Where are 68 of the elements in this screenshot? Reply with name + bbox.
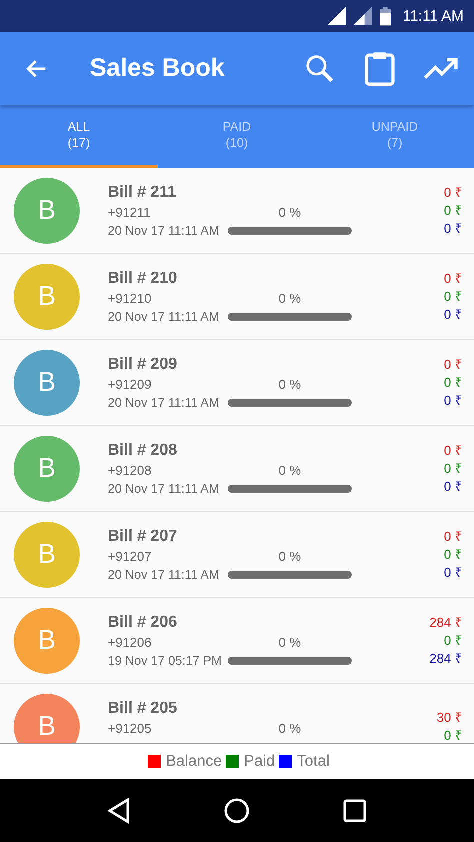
battery-icon <box>380 6 391 26</box>
bill-title: Bill # 208 <box>108 442 178 460</box>
bill-date: 20 Nov 17 11:11 AM <box>108 482 220 496</box>
trend-chart-button[interactable] <box>424 56 460 82</box>
percent-label: 0 % <box>278 635 302 650</box>
search-button[interactable] <box>304 52 336 84</box>
legend-label: Paid <box>244 752 276 770</box>
bill-title: Bill # 206 <box>108 614 178 632</box>
avatar: B <box>14 350 80 416</box>
phone-number: +91209 <box>108 377 153 392</box>
phone-number: +91205 <box>108 721 153 736</box>
percent-label: 0 % <box>278 291 302 306</box>
paid-amount: 0 ₹ <box>444 202 462 220</box>
balance-amount: 0 ₹ <box>444 270 462 288</box>
paid-amount: 0 ₹ <box>444 460 462 478</box>
balance-amount: 0 ₹ <box>444 528 462 546</box>
bill-title: Bill # 207 <box>108 528 178 546</box>
paid-amount: 0 ₹ <box>444 374 462 392</box>
total-amount: 0 ₹ <box>444 564 462 582</box>
balance-amount: 0 ₹ <box>444 356 462 374</box>
balance-amount: 0 ₹ <box>444 442 462 460</box>
percent-label: 0 % <box>278 463 302 478</box>
balance-amount: 0 ₹ <box>444 184 462 202</box>
bill-date: 20 Nov 17 11:11 AM <box>108 224 220 238</box>
phone-number: +91211 <box>108 205 152 220</box>
back-nav-icon[interactable] <box>106 798 131 824</box>
paid-amount: 0 ₹ <box>444 546 462 564</box>
screen-title: Sales Book <box>90 54 226 83</box>
balance-amount: 30 ₹ <box>436 708 462 726</box>
avatar: B <box>14 436 80 502</box>
percent-label: 0 % <box>278 205 302 220</box>
bill-title: Bill # 209 <box>108 356 178 374</box>
clipboard-button[interactable] <box>364 50 396 87</box>
percent-label: 0 % <box>278 549 302 564</box>
phone-number: +91207 <box>108 549 153 564</box>
avatar: B <box>14 522 80 588</box>
paid-amount: 0 ₹ <box>444 726 462 743</box>
balance-amount: 284 ₹ <box>430 614 462 632</box>
percent-label: 0 % <box>278 721 302 736</box>
phone-number: +91206 <box>108 635 153 650</box>
signal-icon <box>354 7 372 25</box>
home-nav-icon[interactable] <box>224 798 250 824</box>
bill-title: Bill # 210 <box>108 270 178 288</box>
bill-date: 20 Nov 17 11:11 AM <box>108 568 220 582</box>
avatar: B <box>14 264 80 330</box>
avatar: B <box>14 178 80 244</box>
paid-amount: 0 ₹ <box>444 632 462 650</box>
bill-date: 20 Nov 17 11:11 AM <box>108 310 220 324</box>
clock-time: 11:11 AM <box>402 8 464 24</box>
legend-label: Balance <box>166 752 222 770</box>
percent-label: 0 % <box>278 377 302 392</box>
signal-icon <box>328 7 346 25</box>
paid-amount: 0 ₹ <box>444 288 462 306</box>
bill-date: 19 Nov 17 05:17 PM <box>108 654 223 668</box>
total-amount: 0 ₹ <box>444 478 462 496</box>
bill-date: 20 Nov 17 11:11 AM <box>108 396 220 410</box>
bill-title: Bill # 205 <box>108 700 178 718</box>
avatar: B <box>14 694 80 743</box>
bill-title: Bill # 211 <box>108 184 178 202</box>
total-amount: 0 ₹ <box>444 392 462 410</box>
phone-number: +91210 <box>108 291 153 306</box>
legend-label: Total <box>297 752 330 770</box>
total-amount: 0 ₹ <box>444 306 462 324</box>
recents-nav-icon[interactable] <box>343 798 368 822</box>
avatar: B <box>14 608 80 674</box>
total-amount: 0 ₹ <box>444 220 462 238</box>
total-amount: 284 ₹ <box>430 650 462 668</box>
phone-number: +91208 <box>108 463 153 478</box>
